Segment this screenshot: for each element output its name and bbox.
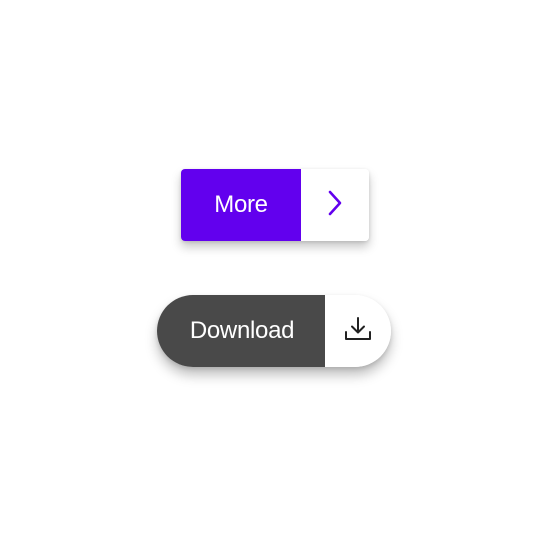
more-button-label-section[interactable]: More [181, 169, 301, 241]
more-button-label: More [214, 191, 268, 218]
download-icon [344, 316, 372, 347]
download-button-label: Download [189, 317, 295, 344]
more-button-icon-section[interactable] [301, 169, 369, 241]
chevron-right-icon [327, 190, 343, 221]
more-button[interactable]: More [181, 169, 369, 241]
download-button[interactable]: Download [157, 295, 391, 367]
download-button-icon-section[interactable] [325, 295, 391, 367]
download-button-label-section[interactable]: Download [157, 295, 325, 367]
canvas: More Download [0, 0, 540, 540]
